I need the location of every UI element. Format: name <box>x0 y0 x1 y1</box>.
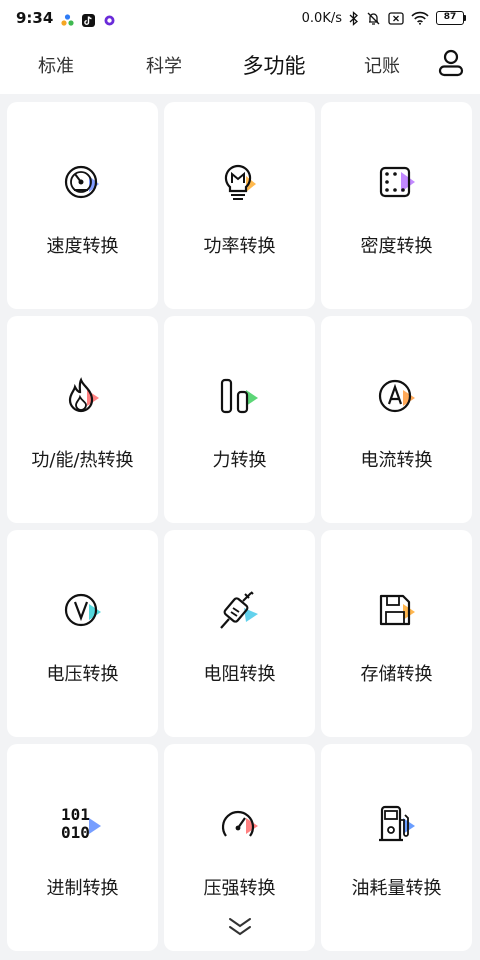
card-voltage-conversion[interactable]: 电压转换 <box>7 530 158 737</box>
card-base-conversion[interactable]: 101 010 进制转换 <box>7 744 158 951</box>
card-storage-conversion[interactable]: 存储转换 <box>321 530 472 737</box>
status-time: 9:34 <box>16 9 54 27</box>
expand-more-button[interactable] <box>224 916 256 942</box>
battery-level: 87 <box>436 11 464 25</box>
plug-icon <box>216 588 264 632</box>
converter-grid: 速度转换 功率转换 密度转换 功/能/热转换 力转换 电流转换 电压转换 电阻转… <box>7 102 473 951</box>
fuel-pump-icon <box>373 802 421 846</box>
card-label: 进制转换 <box>46 878 119 899</box>
lightbulb-icon <box>216 160 264 204</box>
tab-scientific[interactable]: 科学 <box>128 36 200 94</box>
app-notification-icon <box>61 12 74 26</box>
card-label: 电压转换 <box>46 664 119 685</box>
tab-multifunction[interactable]: 多功能 <box>232 36 316 94</box>
battery-tip <box>464 15 466 21</box>
card-label: 电流转换 <box>360 450 433 471</box>
card-power-conversion[interactable]: 功率转换 <box>164 102 315 309</box>
floppy-disk-icon <box>373 588 421 632</box>
card-label: 功/能/热转换 <box>31 450 134 471</box>
bluetooth-icon <box>349 10 359 26</box>
binary-icon: 101 010 <box>59 802 107 846</box>
status-bar-right: 0.0K/s 87 <box>302 11 466 26</box>
card-label: 力转换 <box>212 450 267 471</box>
flame-icon <box>59 374 107 418</box>
voltage-icon <box>59 588 107 632</box>
card-density-conversion[interactable]: 密度转换 <box>321 102 472 309</box>
card-label: 存储转换 <box>360 664 433 685</box>
card-label: 密度转换 <box>360 236 433 257</box>
network-speed: 0.0K/s <box>301 10 342 26</box>
tab-bookkeeping[interactable]: 记账 <box>346 36 418 94</box>
chevron-double-down-icon <box>226 916 254 942</box>
pressure-gauge-icon <box>216 802 264 846</box>
ring-notification-icon <box>103 12 116 25</box>
card-resistance-conversion[interactable]: 电阻转换 <box>164 530 315 737</box>
card-energy-conversion[interactable]: 功/能/热转换 <box>7 316 158 523</box>
force-bars-icon <box>216 374 264 418</box>
mute-bell-icon <box>366 11 381 26</box>
card-current-conversion[interactable]: 电流转换 <box>321 316 472 523</box>
status-bar: 9:34 0.0K/s 87 <box>0 0 480 36</box>
sim-disabled-icon <box>388 11 404 25</box>
mode-tabs: 标准 科学 多功能 记账 <box>0 36 480 94</box>
card-label: 电阻转换 <box>203 664 276 685</box>
user-icon <box>438 49 464 81</box>
binary-top-text: 101 <box>61 805 90 824</box>
wifi-icon <box>411 11 429 25</box>
ampere-icon <box>373 374 421 418</box>
speedometer-icon <box>59 160 107 204</box>
battery-icon: 87 <box>436 11 466 25</box>
card-speed-conversion[interactable]: 速度转换 <box>7 102 158 309</box>
card-label: 油耗量转换 <box>351 878 442 899</box>
card-label: 速度转换 <box>46 236 119 257</box>
card-label: 功率转换 <box>203 236 276 257</box>
tab-standard[interactable]: 标准 <box>20 36 92 94</box>
card-fuel-conversion[interactable]: 油耗量转换 <box>321 744 472 951</box>
tiktok-notification-icon <box>82 12 96 27</box>
user-profile-button[interactable] <box>436 49 466 81</box>
card-label: 压强转换 <box>203 878 276 899</box>
density-grid-icon <box>373 160 421 204</box>
binary-bottom-text: 010 <box>61 823 90 842</box>
card-force-conversion[interactable]: 力转换 <box>164 316 315 523</box>
status-bar-left: 9:34 <box>16 9 116 27</box>
